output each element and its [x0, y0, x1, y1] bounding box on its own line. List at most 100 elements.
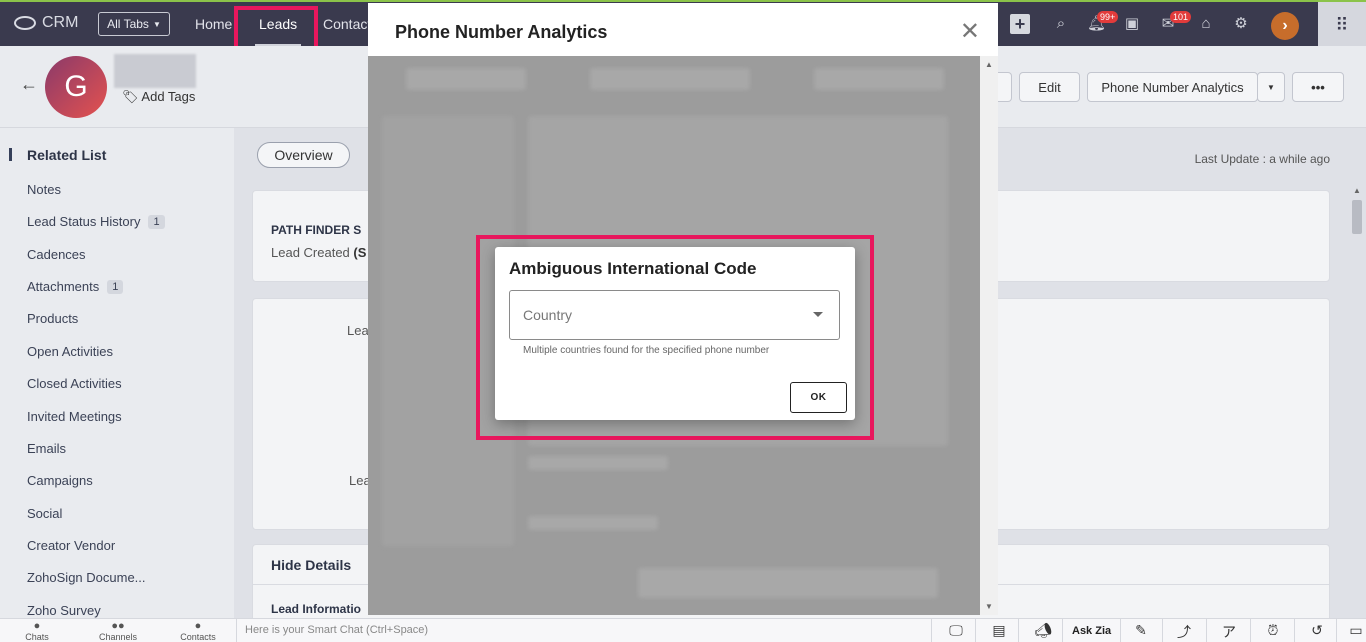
lead-created-text: Lead Created (S	[271, 245, 366, 260]
sidebar-item-label: Lead Status History	[27, 214, 141, 229]
marketplace-icon[interactable]: ⌂	[1197, 15, 1215, 33]
collapse-sidebar-icon[interactable]	[9, 148, 12, 161]
chats-label: Chats	[25, 632, 49, 642]
chat-icon: ●	[33, 620, 41, 632]
create-new-button[interactable]: +	[1010, 14, 1030, 34]
phone-analytics-caret-button[interactable]: ▼	[1257, 72, 1285, 102]
bottom-bar: ● Chats ●● Channels ● Contacts Here is y…	[0, 618, 1366, 642]
divider	[1294, 619, 1295, 642]
lead-avatar: G	[45, 56, 107, 118]
all-tabs-label: All Tabs	[107, 17, 149, 31]
sidebar-item-label: Closed Activities	[27, 376, 122, 391]
sidebar-item-cadences[interactable]: Cadences	[27, 247, 86, 262]
sidebar-item-creator-vendor[interactable]: Creator Vendor	[27, 538, 115, 553]
sidebar-item-social[interactable]: Social	[27, 506, 62, 521]
scroll-down-icon[interactable]: ▼	[985, 602, 993, 611]
lead-name-redacted	[114, 54, 196, 88]
crm-logo[interactable]: CRM	[14, 14, 78, 32]
lead-created-suffix: (S	[353, 245, 367, 260]
sidebar-item-label: Social	[27, 506, 63, 521]
divider	[1062, 619, 1063, 642]
megaphone-icon[interactable]: 📣︎	[1028, 622, 1058, 639]
app-grid-icon[interactable]: ⠿	[1318, 2, 1366, 48]
sidebar-item-label: Emails	[27, 441, 67, 456]
sidebar-item-campaigns[interactable]: Campaigns	[27, 473, 93, 488]
calendar-icon[interactable]: ▣	[1123, 15, 1141, 33]
scroll-up-icon[interactable]: ▲	[985, 60, 993, 69]
channels-icon: ●●	[111, 620, 125, 632]
notifications-badge: 99+	[1097, 11, 1119, 23]
modal-scrollbar[interactable]: ▲ ▼	[980, 56, 998, 615]
chats-button[interactable]: ● Chats	[22, 621, 52, 642]
tag-icon: 🏷︎	[122, 89, 139, 104]
crm-logo-icon	[14, 16, 36, 30]
caret-down-icon: ▼	[152, 19, 161, 29]
sidebar-item-label: Attachments	[27, 279, 100, 294]
lead-created-label: Lead Created	[271, 245, 350, 260]
search-icon[interactable]: ⌕	[1052, 15, 1070, 33]
gear-icon[interactable]: ⚙	[1232, 15, 1250, 33]
divider	[975, 619, 976, 642]
device-icon[interactable]: ▤	[984, 622, 1014, 639]
related-list-sidebar: Related List Notes Lead Status History 1 …	[0, 128, 234, 618]
sidebar-item-invited-meetings[interactable]: Invited Meetings	[27, 409, 122, 424]
history-icon[interactable]: ↺	[1302, 622, 1332, 639]
sidebar-item-lead-status-history[interactable]: Lead Status History 1	[27, 214, 165, 229]
sidebar-item-emails[interactable]: Emails	[27, 441, 66, 456]
sidebar-item-notes[interactable]: Notes	[27, 182, 61, 197]
whiteboard-icon[interactable]: ✎	[1126, 622, 1156, 639]
count-badge: 1	[148, 214, 165, 229]
sidebar-item-attachments[interactable]: Attachments 1	[27, 279, 124, 294]
chat-window-icon[interactable]: ▭	[1341, 622, 1366, 639]
sidebar-item-zoho-survey[interactable]: Zoho Survey	[27, 603, 101, 618]
screen-share-icon[interactable]: 🖵	[941, 622, 971, 639]
channels-button[interactable]: ●● Channels	[98, 621, 138, 642]
country-select[interactable]: Country	[509, 290, 840, 340]
divider	[1162, 619, 1163, 642]
close-icon[interactable]: ✕	[960, 17, 980, 46]
lead-field-label: Lea	[347, 323, 369, 338]
lead-information-heading: Lead Informatio	[271, 602, 362, 616]
sidebar-item-products[interactable]: Products	[27, 311, 78, 326]
tab-home[interactable]: Home	[195, 16, 232, 32]
sidebar-item-open-activities[interactable]: Open Activities	[27, 344, 113, 359]
translate-icon[interactable]: ア	[1214, 622, 1244, 642]
add-tags-link[interactable]: 🏷︎ Add Tags	[122, 89, 195, 105]
contacts-button[interactable]: ● Contacts	[178, 621, 218, 642]
country-select-placeholder: Country	[523, 307, 573, 323]
contacts-icon: ●	[194, 620, 202, 632]
back-arrow-icon[interactable]: ←	[20, 74, 38, 95]
sidebar-item-zohosign[interactable]: ZohoSign Docume...	[27, 570, 146, 585]
flow-icon[interactable]: ⤴	[1169, 622, 1199, 642]
more-actions-button[interactable]: •••	[1292, 72, 1344, 102]
edit-button[interactable]: Edit	[1019, 72, 1080, 102]
tab-overview[interactable]: Overview	[257, 142, 350, 168]
alarm-clock-icon[interactable]: ⏰︎	[1258, 622, 1288, 639]
user-avatar[interactable]: ›	[1271, 12, 1299, 40]
blurred-content	[528, 456, 668, 470]
smart-chat-input[interactable]: Here is your Smart Chat (Ctrl+Space)	[236, 619, 932, 642]
divider	[1336, 619, 1337, 642]
sidebar-item-label: Campaigns	[27, 473, 93, 488]
ambiguous-code-dialog: Ambiguous International Code Country Mul…	[495, 247, 855, 420]
hide-details-link[interactable]: Hide Details	[271, 557, 351, 573]
sidebar-item-label: Creator Vendor	[27, 538, 116, 553]
phone-number-analytics-button[interactable]: Phone Number Analytics	[1087, 72, 1258, 102]
sidebar-item-label: Invited Meetings	[27, 409, 122, 424]
dialog-title: Ambiguous International Code	[509, 259, 757, 278]
sidebar-item-closed-activities[interactable]: Closed Activities	[27, 376, 122, 391]
sidebar-item-label: Cadences	[27, 247, 86, 262]
scroll-up-icon[interactable]: ▲	[1353, 186, 1361, 195]
divider	[1206, 619, 1207, 642]
all-tabs-dropdown[interactable]: All Tabs ▼	[98, 12, 170, 36]
sidebar-item-label: Notes	[27, 182, 61, 197]
hidden-button-edge[interactable]	[996, 72, 1012, 102]
main-scrollbar[interactable]: ▲	[1352, 186, 1362, 616]
scrollbar-thumb[interactable]	[1352, 200, 1362, 234]
sidebar-item-label: Products	[27, 311, 79, 326]
add-tags-label: Add Tags	[141, 89, 196, 104]
divider	[1120, 619, 1121, 642]
sidebar-item-label: Zoho Survey	[27, 603, 101, 618]
ask-zia-button[interactable]: Ask Zia	[1072, 625, 1111, 637]
ok-button[interactable]: OK	[790, 382, 847, 413]
